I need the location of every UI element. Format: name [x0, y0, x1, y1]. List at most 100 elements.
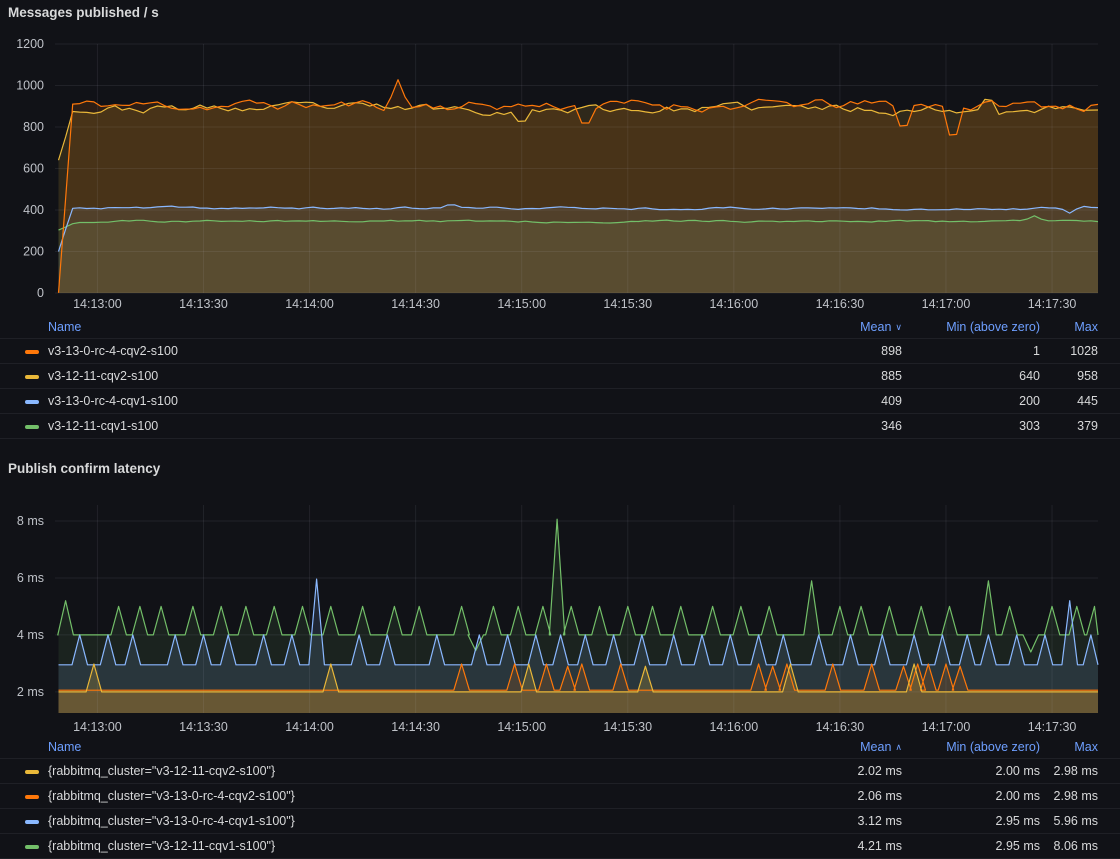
legend-mean-value: 2.06 ms — [792, 789, 902, 803]
legend-max-value: 2.98 ms — [1040, 789, 1098, 803]
x-axis-tick-label: 14:17:00 — [922, 297, 971, 311]
legend-min-value: 640 — [902, 369, 1040, 383]
legend-series-name[interactable]: v3-13-0-rc-4-cqv2-s100 — [48, 344, 792, 358]
series-color-swatch[interactable] — [25, 350, 39, 354]
x-axis-tick-label: 14:14:30 — [391, 720, 440, 734]
legend-row: {rabbitmq_cluster="v3-12-11-cqv2-s100"}2… — [0, 758, 1120, 783]
y-axis-tick-label: 200 — [23, 245, 44, 259]
legend-header-mean[interactable]: Mean ∨ — [792, 320, 902, 334]
x-axis-tick-label: 14:14:30 — [391, 297, 440, 311]
y-axis-tick-label: 8 ms — [17, 514, 44, 528]
series-color-swatch[interactable] — [25, 795, 39, 799]
legend-series-name[interactable]: v3-12-11-cqv1-s100 — [48, 419, 792, 433]
x-axis-tick-label: 14:15:00 — [497, 297, 546, 311]
x-axis-tick-label: 14:13:30 — [179, 297, 228, 311]
y-axis-tick-label: 600 — [23, 162, 44, 176]
legend-min-value: 2.00 ms — [902, 789, 1040, 803]
legend-row: v3-12-11-cqv2-s100885640958 — [0, 363, 1120, 388]
legend-header-mean-label: Mean — [860, 740, 891, 754]
series-color-swatch[interactable] — [25, 845, 39, 849]
legend-rows: v3-13-0-rc-4-cqv2-s10089811028v3-12-11-c… — [0, 338, 1120, 439]
legend-row: v3-13-0-rc-4-cqv2-s10089811028 — [0, 338, 1120, 363]
series-color-swatch[interactable] — [25, 425, 39, 429]
legend-row: v3-12-11-cqv1-s100346303379 — [0, 413, 1120, 438]
x-axis-tick-label: 14:16:30 — [816, 720, 865, 734]
legend-max-value: 958 — [1040, 369, 1098, 383]
x-axis-tick-label: 14:16:00 — [709, 720, 758, 734]
legend-header-mean-label: Mean — [860, 320, 891, 334]
x-axis-tick-label: 14:15:30 — [603, 297, 652, 311]
legend-header: Name Mean ∨ Min (above zero) Max — [0, 316, 1120, 338]
legend-series-name[interactable]: {rabbitmq_cluster="v3-13-0-rc-4-cqv1-s10… — [48, 814, 792, 828]
legend-min-value: 200 — [902, 394, 1040, 408]
x-axis-tick-label: 14:17:30 — [1028, 297, 1077, 311]
legend-max-value: 445 — [1040, 394, 1098, 408]
legend-table: Name Mean ∧ Min (above zero) Max {rabbitm… — [0, 736, 1120, 859]
panel-messages-published: Messages published / s 02004006008001000… — [0, 0, 1120, 456]
legend-min-value: 2.95 ms — [902, 814, 1040, 828]
legend-header-mean[interactable]: Mean ∧ — [792, 740, 902, 754]
x-axis-tick-label: 14:16:00 — [709, 297, 758, 311]
legend-header-min[interactable]: Min (above zero) — [902, 740, 1040, 754]
legend-mean-value: 3.12 ms — [792, 814, 902, 828]
legend-header-name[interactable]: Name — [48, 320, 792, 334]
legend-mean-value: 885 — [792, 369, 902, 383]
legend-mean-value: 346 — [792, 419, 902, 433]
legend-max-value: 5.96 ms — [1040, 814, 1098, 828]
legend-series-name[interactable]: {rabbitmq_cluster="v3-13-0-rc-4-cqv2-s10… — [48, 789, 792, 803]
sort-desc-icon: ∨ — [895, 322, 902, 332]
legend-header-max[interactable]: Max — [1040, 740, 1098, 754]
x-axis-tick-label: 14:17:00 — [922, 720, 971, 734]
x-axis-tick-label: 14:16:30 — [816, 297, 865, 311]
x-axis-tick-label: 14:14:00 — [285, 297, 334, 311]
series-color-swatch[interactable] — [25, 400, 39, 404]
y-axis-tick-label: 400 — [23, 203, 44, 217]
x-axis-tick-label: 14:13:00 — [73, 720, 122, 734]
grafana-dashboard: { "dashboard": { "background": "#111217"… — [0, 0, 1120, 857]
x-axis-tick-label: 14:15:30 — [603, 720, 652, 734]
y-axis-tick-label: 800 — [23, 120, 44, 134]
legend-row: {rabbitmq_cluster="v3-13-0-rc-4-cqv2-s10… — [0, 783, 1120, 808]
y-axis-tick-label: 2 ms — [17, 685, 44, 699]
legend-series-name[interactable]: v3-12-11-cqv2-s100 — [48, 369, 792, 383]
series-fills — [58, 519, 1098, 713]
legend-series-name[interactable]: v3-13-0-rc-4-cqv1-s100 — [48, 394, 792, 408]
legend-max-value: 1028 — [1040, 344, 1098, 358]
x-axis-tick-label: 14:14:00 — [285, 720, 334, 734]
legend-mean-value: 2.02 ms — [792, 764, 902, 778]
legend-min-value: 1 — [902, 344, 1040, 358]
sort-asc-icon: ∧ — [895, 742, 902, 752]
panel-publish-confirm-latency: Publish confirm latency 2 ms4 ms6 ms8 ms… — [0, 456, 1120, 857]
legend-rows: {rabbitmq_cluster="v3-12-11-cqv2-s100"}2… — [0, 758, 1120, 859]
legend-table: Name Mean ∨ Min (above zero) Max v3-13-0-… — [0, 316, 1120, 439]
legend-min-value: 2.95 ms — [902, 839, 1040, 853]
series-color-swatch[interactable] — [25, 820, 39, 824]
legend-min-value: 303 — [902, 419, 1040, 433]
publish-confirm-latency-chart[interactable]: 2 ms4 ms6 ms8 ms14:13:0014:13:3014:14:00… — [0, 456, 1120, 737]
legend-mean-value: 898 — [792, 344, 902, 358]
legend-header: Name Mean ∧ Min (above zero) Max — [0, 736, 1120, 758]
series-color-swatch[interactable] — [25, 375, 39, 379]
legend-series-name[interactable]: {rabbitmq_cluster="v3-12-11-cqv2-s100"} — [48, 764, 792, 778]
legend-mean-value: 4.21 ms — [792, 839, 902, 853]
messages-published-chart[interactable]: 02004006008001000120014:13:0014:13:3014:… — [0, 0, 1120, 316]
y-axis-tick-label: 6 ms — [17, 571, 44, 585]
legend-series-name[interactable]: {rabbitmq_cluster="v3-12-11-cqv1-s100"} — [48, 839, 792, 853]
legend-max-value: 8.06 ms — [1040, 839, 1098, 853]
x-axis-tick-label: 14:17:30 — [1028, 720, 1077, 734]
legend-header-min[interactable]: Min (above zero) — [902, 320, 1040, 334]
legend-row: v3-13-0-rc-4-cqv1-s100409200445 — [0, 388, 1120, 413]
y-axis-tick-label: 0 — [37, 286, 44, 300]
legend-header-max[interactable]: Max — [1040, 320, 1098, 334]
series-color-swatch[interactable] — [25, 770, 39, 774]
series-line[interactable] — [58, 519, 1098, 652]
x-axis-tick-label: 14:13:00 — [73, 297, 122, 311]
legend-min-value: 2.00 ms — [902, 764, 1040, 778]
legend-header-name[interactable]: Name — [48, 740, 792, 754]
legend-mean-value: 409 — [792, 394, 902, 408]
legend-max-value: 2.98 ms — [1040, 764, 1098, 778]
y-axis-tick-label: 1200 — [16, 37, 44, 51]
y-axis-tick-label: 4 ms — [17, 628, 44, 642]
legend-max-value: 379 — [1040, 419, 1098, 433]
legend-row: {rabbitmq_cluster="v3-12-11-cqv1-s100"}4… — [0, 833, 1120, 858]
